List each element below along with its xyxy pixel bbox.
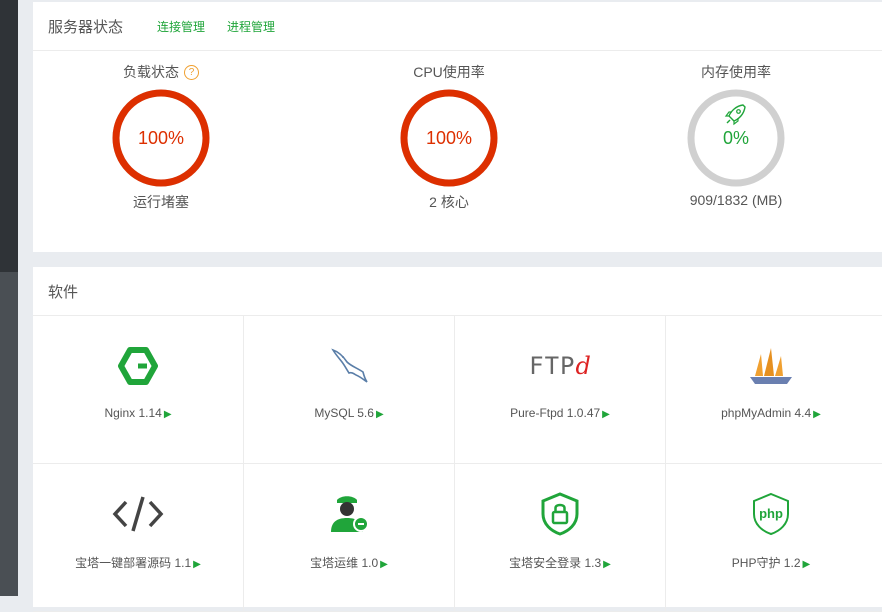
software-item-pureftpd[interactable]: FTP d Pure-Ftpd 1.0.47 ▶ bbox=[455, 316, 666, 463]
play-icon[interactable]: ▶ bbox=[193, 559, 201, 570]
load-gauge[interactable]: 100% bbox=[111, 88, 211, 188]
software-item-phpmyadmin[interactable]: phpMyAdmin 4.4 ▶ bbox=[666, 316, 876, 463]
status-title: 服务器状态 bbox=[48, 18, 124, 36]
software-item-nginx[interactable]: Nginx 1.14 ▶ bbox=[33, 316, 244, 463]
cpu-gauge-block: CPU使用率 100% 2 核心 bbox=[359, 62, 539, 212]
server-status-panel: 服务器状态 连接管理 进程管理 负载状态 ? 100% 运行堵塞 CPU使用率 … bbox=[33, 2, 882, 252]
software-item-safe-login[interactable]: 宝塔安全登录 1.3 ▶ bbox=[455, 464, 666, 611]
ops-icon bbox=[244, 492, 454, 536]
status-header: 服务器状态 连接管理 进程管理 bbox=[33, 2, 882, 51]
cpu-value: 100% bbox=[425, 128, 473, 148]
software-name: Pure-Ftpd 1.0.47 ▶ bbox=[510, 406, 610, 420]
connection-manage-link[interactable]: 连接管理 bbox=[157, 18, 205, 35]
sidebar-edge-lower bbox=[0, 272, 18, 596]
software-row: 宝塔一键部署源码 1.1 ▶ 宝塔运维 1.0 ▶ 宝塔安全登录 1.3 ▶ p… bbox=[33, 464, 882, 612]
mysql-icon bbox=[244, 344, 454, 388]
ftp-logo-text: FTP bbox=[529, 352, 576, 380]
php-shield-icon: php bbox=[666, 492, 876, 536]
software-title: 软件 bbox=[48, 283, 79, 301]
software-name: 宝塔一键部署源码 1.1 ▶ bbox=[75, 556, 201, 570]
software-row: Nginx 1.14 ▶ MySQL 5.6 ▶ FTP d Pure-Ftpd 1.… bbox=[33, 316, 882, 464]
memory-label: 内存使用率 bbox=[701, 64, 771, 80]
software-item-deploy[interactable]: 宝塔一键部署源码 1.1 ▶ bbox=[33, 464, 244, 611]
sidebar-edge bbox=[0, 0, 18, 272]
process-manage-link[interactable]: 进程管理 bbox=[227, 18, 275, 35]
load-status-text: 运行堵塞 bbox=[133, 194, 189, 210]
software-header: 软件 bbox=[33, 267, 882, 316]
nginx-icon bbox=[33, 344, 243, 388]
memory-label-row: 内存使用率 bbox=[646, 62, 826, 82]
software-item-mysql[interactable]: MySQL 5.6 ▶ bbox=[244, 316, 455, 463]
ftp-logo-suffix: d bbox=[575, 352, 591, 380]
shield-lock-icon bbox=[455, 492, 665, 536]
memory-value: 0% bbox=[722, 128, 749, 148]
software-grid: Nginx 1.14 ▶ MySQL 5.6 ▶ FTP d Pure-Ftpd 1.… bbox=[33, 316, 882, 612]
software-item-php-guard[interactable]: php PHP守护 1.2 ▶ bbox=[666, 464, 876, 611]
software-name: Nginx 1.14 ▶ bbox=[104, 406, 172, 420]
php-logo-text: php bbox=[759, 506, 783, 521]
software-name: MySQL 5.6 ▶ bbox=[314, 406, 384, 420]
memory-usage-text: 909/1832 (MB) bbox=[689, 192, 783, 208]
cpu-gauge[interactable]: 100% bbox=[399, 88, 499, 188]
load-gauge-block: 负载状态 ? 100% 运行堵塞 bbox=[71, 62, 251, 212]
software-item-ops[interactable]: 宝塔运维 1.0 ▶ bbox=[244, 464, 455, 611]
load-value: 100% bbox=[137, 128, 185, 148]
play-icon[interactable]: ▶ bbox=[380, 559, 388, 570]
cpu-label: CPU使用率 bbox=[413, 64, 485, 80]
software-name: 宝塔安全登录 1.3 ▶ bbox=[509, 556, 611, 570]
load-label-row: 负载状态 ? bbox=[71, 62, 251, 82]
software-name: phpMyAdmin 4.4 ▶ bbox=[721, 406, 821, 420]
load-label: 负载状态 bbox=[123, 64, 179, 80]
code-icon bbox=[33, 492, 243, 536]
software-name: 宝塔运维 1.0 ▶ bbox=[310, 556, 388, 570]
cpu-label-row: CPU使用率 bbox=[359, 62, 539, 82]
play-icon[interactable]: ▶ bbox=[376, 409, 384, 420]
phpmyadmin-icon bbox=[666, 344, 876, 388]
memory-gauge-block: 内存使用率 0% 909/1832 (MB) bbox=[646, 62, 826, 208]
play-icon[interactable]: ▶ bbox=[164, 409, 172, 420]
play-icon[interactable]: ▶ bbox=[602, 409, 610, 420]
play-icon[interactable]: ▶ bbox=[603, 559, 611, 570]
software-name: PHP守护 1.2 ▶ bbox=[731, 556, 811, 570]
play-icon[interactable]: ▶ bbox=[813, 409, 821, 420]
help-icon[interactable]: ? bbox=[184, 64, 199, 80]
memory-gauge[interactable]: 0% bbox=[686, 88, 786, 188]
play-icon[interactable]: ▶ bbox=[803, 559, 811, 570]
software-panel: 软件 Nginx 1.14 ▶ MySQL 5.6 ▶ FTP d Pure-F… bbox=[33, 267, 882, 612]
cpu-cores-text: 2 核心 bbox=[429, 194, 469, 210]
ftpd-icon: FTP d bbox=[455, 344, 665, 388]
